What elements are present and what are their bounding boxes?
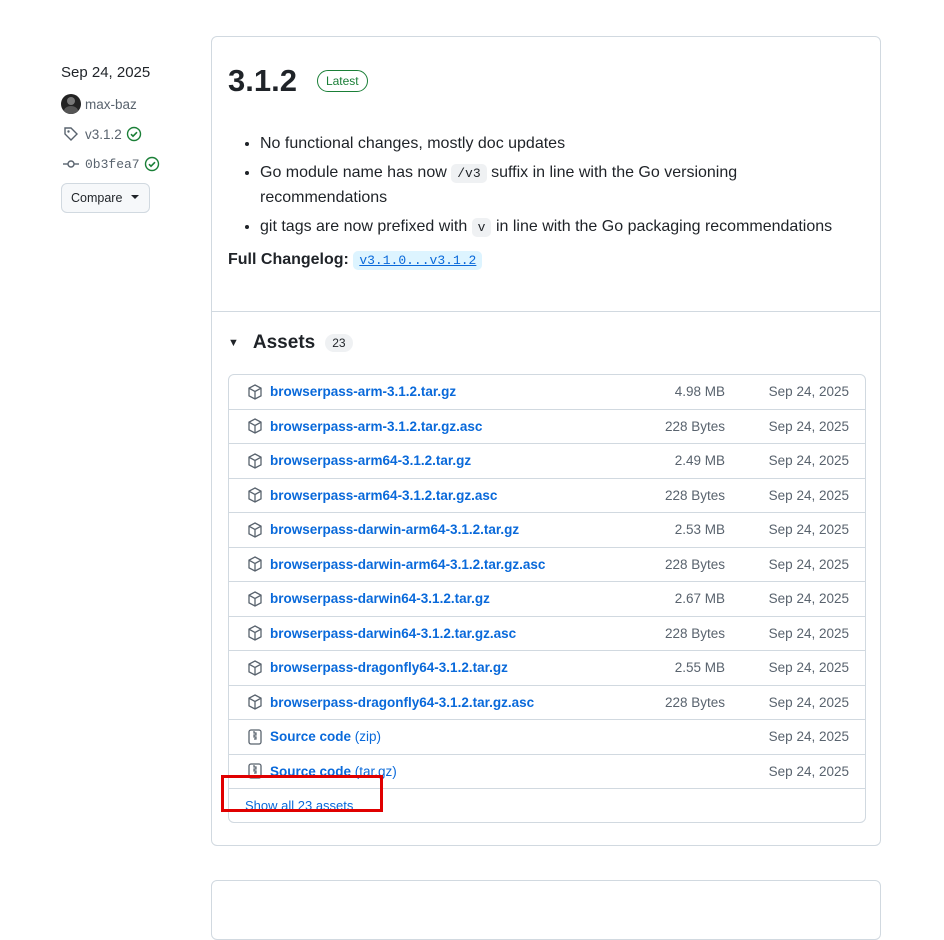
asset-date: Sep 24, 2025 [768, 625, 849, 641]
compare-button[interactable]: Compare [61, 183, 151, 213]
inline-code: /v3 [451, 164, 487, 183]
full-changelog: Full Changelog: v3.1.0...v3.1.2 [228, 248, 868, 273]
asset-row-source-zip[interactable]: Source code (zip) Sep 24, 2025 [229, 720, 865, 755]
asset-row[interactable]: browserpass-darwin64-3.1.2.tar.gz 2.67 MB… [229, 582, 865, 617]
caret-down-icon [130, 191, 140, 205]
note-item: git tags are now prefixed with v in line… [260, 215, 868, 240]
asset-row[interactable]: browserpass-dragonfly64-3.1.2.tar.gz 2.55… [229, 651, 865, 686]
tag-name[interactable]: v3.1.2 [85, 127, 122, 142]
package-icon [245, 453, 265, 469]
asset-date: Sep 24, 2025 [768, 694, 849, 710]
next-release-card [211, 880, 881, 940]
asset-size: 228 Bytes [664, 556, 725, 572]
asset-size: 2.53 MB [674, 522, 725, 538]
divider [212, 311, 880, 312]
inline-code: v [471, 218, 492, 237]
package-icon [245, 660, 265, 676]
highlight-box [221, 775, 383, 812]
author-row[interactable]: max-baz [61, 89, 201, 119]
asset-row[interactable]: browserpass-arm-3.1.2.tar.gz 4.98 MB Sep 2… [229, 375, 865, 410]
note-item: Go module name has now /v3 suffix in lin… [260, 161, 868, 210]
asset-size: 2.67 MB [674, 591, 725, 607]
asset-row[interactable]: browserpass-darwin64-3.1.2.tar.gz.asc 228… [229, 617, 865, 651]
asset-row[interactable]: browserpass-arm-3.1.2.tar.gz.asc 228 Byte… [229, 410, 865, 444]
asset-row[interactable]: browserpass-dragonfly64-3.1.2.tar.gz.asc… [229, 686, 865, 720]
release-notes: No functional changes, mostly doc update… [228, 132, 868, 273]
asset-row[interactable]: browserpass-arm64-3.1.2.tar.gz 2.49 MB Sep… [229, 444, 865, 479]
package-icon [245, 522, 265, 538]
package-icon [245, 418, 265, 434]
release-card: 3.1.2 Latest No functional changes, most… [211, 36, 881, 846]
release-date: Sep 24, 2025 [61, 64, 151, 81]
compare-label: Compare [71, 191, 123, 205]
asset-size: 2.55 MB [674, 660, 725, 676]
changelog-link[interactable]: v3.1.0...v3.1.2 [353, 251, 483, 270]
release-sidebar: Sep 24, 2025 max-baz v3.1.2 0b3fea7 Comp… [61, 64, 201, 213]
author-name[interactable]: max-baz [85, 97, 137, 112]
assets-count: 23 [325, 334, 353, 352]
package-icon [245, 556, 265, 572]
assets-title: Assets [252, 332, 316, 353]
release-version[interactable]: 3.1.2 [228, 63, 297, 99]
tag-row[interactable]: v3.1.2 [61, 119, 201, 149]
asset-size: 4.98 MB [674, 384, 725, 400]
verified-icon[interactable] [144, 156, 160, 172]
commit-icon [61, 154, 81, 174]
note-item: No functional changes, mostly doc update… [260, 132, 868, 156]
commit-row[interactable]: 0b3fea7 [61, 149, 201, 179]
asset-size: 228 Bytes [664, 625, 725, 641]
asset-date: Sep 24, 2025 [768, 729, 849, 745]
asset-size: 2.49 MB [674, 453, 725, 469]
asset-size: 228 Bytes [664, 694, 725, 710]
assets-toggle[interactable]: ▼ Assets 23 [228, 332, 353, 354]
asset-date: Sep 24, 2025 [768, 556, 849, 572]
asset-row[interactable]: browserpass-arm64-3.1.2.tar.gz.asc 228 By… [229, 479, 865, 513]
verified-icon[interactable] [126, 126, 142, 142]
asset-date: Sep 24, 2025 [768, 522, 849, 538]
asset-date: Sep 24, 2025 [768, 453, 849, 469]
asset-date: Sep 24, 2025 [768, 660, 849, 676]
asset-size: 228 Bytes [664, 418, 725, 434]
assets-list: browserpass-arm-3.1.2.tar.gz 4.98 MB Sep 2… [228, 374, 866, 823]
asset-date: Sep 24, 2025 [768, 418, 849, 434]
release-header: 3.1.2 Latest [228, 63, 368, 99]
asset-date: Sep 24, 2025 [768, 384, 849, 400]
avatar[interactable] [61, 94, 81, 114]
asset-date: Sep 24, 2025 [768, 591, 849, 607]
commit-hash[interactable]: 0b3fea7 [85, 157, 140, 172]
asset-row[interactable]: browserpass-darwin-arm64-3.1.2.tar.gz.as… [229, 548, 865, 582]
latest-badge: Latest [316, 70, 368, 92]
tag-icon [61, 124, 81, 144]
package-icon [245, 384, 265, 400]
package-icon [245, 591, 265, 607]
asset-size: 228 Bytes [664, 487, 725, 503]
asset-date: Sep 24, 2025 [768, 763, 849, 779]
asset-date: Sep 24, 2025 [768, 487, 849, 503]
package-icon [245, 625, 265, 641]
triangle-down-icon: ▼ [228, 337, 239, 349]
zip-file-icon [245, 729, 265, 745]
package-icon [245, 694, 265, 710]
package-icon [245, 487, 265, 503]
asset-row[interactable]: browserpass-darwin-arm64-3.1.2.tar.gz 2.5… [229, 513, 865, 548]
